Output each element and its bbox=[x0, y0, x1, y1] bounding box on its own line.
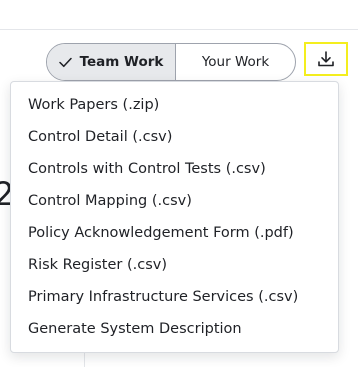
menu-item-policy-acknowledgement-form[interactable]: Policy Acknowledgement Form (.pdf) bbox=[11, 217, 338, 249]
menu-item-label: Control Detail (.csv) bbox=[28, 129, 173, 145]
download-button[interactable] bbox=[304, 42, 348, 76]
page: 2 Team Work Your Work Work Papers (.zip)… bbox=[0, 0, 358, 367]
checkmark-icon bbox=[58, 57, 72, 67]
download-menu: Work Papers (.zip) Control Detail (.csv)… bbox=[10, 81, 339, 353]
menu-item-label: Primary Infrastructure Services (.csv) bbox=[28, 289, 299, 305]
download-icon bbox=[318, 51, 334, 67]
menu-item-label: Work Papers (.zip) bbox=[28, 97, 160, 113]
menu-item-control-mapping[interactable]: Control Mapping (.csv) bbox=[11, 185, 338, 217]
menu-item-work-papers[interactable]: Work Papers (.zip) bbox=[11, 89, 338, 121]
menu-item-control-detail[interactable]: Control Detail (.csv) bbox=[11, 121, 338, 153]
menu-item-label: Generate System Description bbox=[28, 321, 242, 337]
header-divider bbox=[0, 29, 358, 30]
menu-item-primary-infrastructure-services[interactable]: Primary Infrastructure Services (.csv) bbox=[11, 281, 338, 313]
work-scope-toggle: Team Work Your Work bbox=[46, 43, 296, 81]
menu-item-risk-register[interactable]: Risk Register (.csv) bbox=[11, 249, 338, 281]
menu-item-label: Risk Register (.csv) bbox=[28, 257, 168, 273]
menu-item-label: Policy Acknowledgement Form (.pdf) bbox=[28, 225, 294, 241]
menu-item-label: Control Mapping (.csv) bbox=[28, 193, 192, 209]
your-work-toggle-button[interactable]: Your Work bbox=[176, 44, 295, 80]
menu-item-label: Controls with Control Tests (.csv) bbox=[28, 161, 266, 177]
team-work-toggle-button[interactable]: Team Work bbox=[47, 44, 176, 80]
menu-item-controls-with-control-tests[interactable]: Controls with Control Tests (.csv) bbox=[11, 153, 338, 185]
team-work-label: Team Work bbox=[79, 54, 164, 70]
your-work-label: Your Work bbox=[201, 54, 270, 70]
menu-item-generate-system-description[interactable]: Generate System Description bbox=[11, 313, 338, 345]
